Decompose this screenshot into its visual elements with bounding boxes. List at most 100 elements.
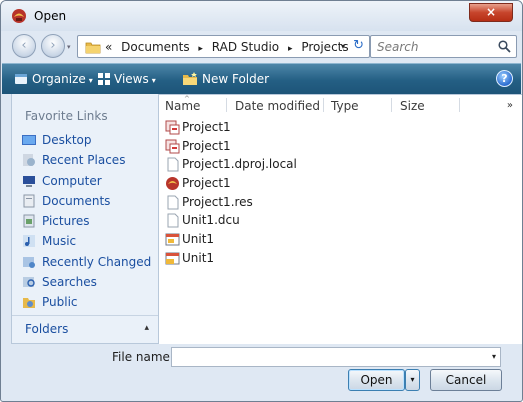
nav-item-label: Music xyxy=(42,234,77,249)
address-row: ‹ › ▾ « Documents ▸ RAD Studio ▸ Project… xyxy=(1,31,522,63)
file-name: Project1 xyxy=(182,120,231,134)
address-bar[interactable]: « Documents ▸ RAD Studio ▸ Projects ▾ ↻ xyxy=(77,35,370,58)
column-divider[interactable] xyxy=(226,98,227,112)
navigation-pane: Favorite Links Desktop Recent Places Com… xyxy=(11,94,159,344)
open-options-dropdown[interactable]: ▾ xyxy=(405,369,420,391)
file-name-label: File name: xyxy=(112,350,174,364)
column-header-label: Name xyxy=(165,99,201,113)
breadcrumb-separator[interactable]: ▸ xyxy=(198,44,203,54)
organize-label: Organize xyxy=(32,72,86,86)
file-name: Project1 xyxy=(182,176,231,191)
recent-locations-dropdown[interactable]: ▾ xyxy=(67,43,71,51)
new-folder-button[interactable]: New Folder xyxy=(182,72,269,86)
file-name: Project1.res xyxy=(182,194,253,209)
more-columns-icon[interactable]: » xyxy=(507,100,513,111)
nav-item-label: Searches xyxy=(42,275,97,290)
search-icon[interactable] xyxy=(498,40,511,53)
nav-item-label: Desktop xyxy=(42,133,92,147)
search-box[interactable]: Search xyxy=(370,35,517,58)
title-bar[interactable]: Open × xyxy=(1,1,522,31)
file-row[interactable]: Project1.dproj.local xyxy=(165,155,297,174)
unit-file-icon xyxy=(165,252,180,265)
organize-menu[interactable]: Organize ▾ xyxy=(14,72,93,86)
close-button[interactable]: × xyxy=(469,3,513,22)
nav-item-public[interactable]: Public xyxy=(12,292,158,312)
recent-places-icon xyxy=(23,154,35,167)
file-name-combo[interactable]: ▾ xyxy=(171,347,501,367)
blank-file-icon xyxy=(167,157,179,172)
views-menu[interactable]: Views ▾ xyxy=(98,72,156,86)
column-divider[interactable] xyxy=(391,98,392,112)
views-label: Views xyxy=(114,72,149,86)
new-folder-icon xyxy=(183,72,197,85)
nav-item-recent-places[interactable]: Recent Places xyxy=(12,150,158,170)
documents-icon xyxy=(23,194,35,208)
column-header-date-modified[interactable]: Date modified xyxy=(235,99,320,113)
sort-indicator-icon: ^ xyxy=(184,95,190,103)
breadcrumb-documents[interactable]: Documents xyxy=(121,40,189,54)
blank-file-icon xyxy=(167,195,179,210)
file-row[interactable]: Project1 xyxy=(165,174,297,193)
column-divider[interactable] xyxy=(323,98,324,112)
file-name: Project1 xyxy=(182,138,231,153)
chevron-down-icon: ▾ xyxy=(151,76,156,85)
delphi-app-icon xyxy=(12,9,26,23)
breadcrumb: « Documents ▸ RAD Studio ▸ Projects xyxy=(105,40,349,54)
column-header-size[interactable]: Size xyxy=(400,99,425,113)
new-folder-label: New Folder xyxy=(202,72,270,86)
recently-changed-icon xyxy=(23,256,35,268)
nav-item-pictures[interactable]: Pictures xyxy=(12,211,158,231)
chevron-down-icon: ▾ xyxy=(88,76,93,85)
form-file-icon xyxy=(165,233,180,246)
file-name: Unit1.dcu xyxy=(182,213,240,228)
breadcrumb-separator[interactable]: ▸ xyxy=(288,44,293,54)
nav-item-label: Pictures xyxy=(42,214,90,229)
nav-item-computer[interactable]: Computer xyxy=(12,171,158,191)
nav-item-desktop[interactable]: Desktop xyxy=(12,130,158,150)
help-icon[interactable]: ? xyxy=(496,70,513,87)
file-row[interactable]: Unit1 xyxy=(165,249,297,268)
file-name-dropdown[interactable]: ▾ xyxy=(492,352,496,361)
pictures-icon xyxy=(23,214,35,228)
file-row[interactable]: Project1 xyxy=(165,137,297,156)
favorite-links-heading: Favorite Links xyxy=(25,109,108,123)
forward-button[interactable]: › xyxy=(41,34,65,58)
nav-item-searches[interactable]: Searches xyxy=(12,272,158,292)
cancel-button[interactable]: Cancel xyxy=(430,369,502,391)
refresh-icon[interactable]: ↻ xyxy=(353,38,364,53)
search-input[interactable]: Search xyxy=(377,40,419,54)
delphi-project-icon xyxy=(166,177,179,191)
nav-item-recently-changed[interactable]: Recently Changed xyxy=(12,252,158,272)
file-row[interactable]: Unit1 xyxy=(165,230,297,249)
column-header-name[interactable]: ^ Name xyxy=(165,95,201,113)
column-divider[interactable] xyxy=(459,98,460,112)
breadcrumb-overflow[interactable]: « xyxy=(105,40,112,54)
file-name: Unit1 xyxy=(182,250,215,265)
searches-icon xyxy=(23,277,35,288)
back-button[interactable]: ‹ xyxy=(12,34,36,58)
file-rows: Project1 Project1 Project1.dproj.local P… xyxy=(165,118,297,268)
command-toolbar: Organize ▾ Views ▾ New Folder ? xyxy=(2,63,521,94)
file-name: Project1.dproj.local xyxy=(182,157,297,172)
nav-item-label: Recently Changed xyxy=(42,254,152,269)
folders-label: Folders xyxy=(25,322,69,336)
breadcrumb-rad-studio[interactable]: RAD Studio xyxy=(212,40,279,54)
nav-item-label: Recent Places xyxy=(42,153,126,168)
file-list[interactable]: ^ Name Date modified Type Size » Project… xyxy=(159,94,522,344)
nav-item-label: Public xyxy=(42,295,78,310)
file-row[interactable]: Project1.res xyxy=(165,193,297,212)
views-icon xyxy=(98,73,110,85)
open-dialog: Open × ‹ › ▾ « Documents ▸ RAD Studio ▸ … xyxy=(0,0,523,402)
blank-file-icon xyxy=(167,213,179,228)
chevron-up-icon[interactable]: ▴ xyxy=(144,323,149,333)
open-button[interactable]: Open xyxy=(348,369,405,391)
nav-item-documents[interactable]: Documents xyxy=(12,191,158,211)
file-row[interactable]: Project1 xyxy=(165,118,297,137)
folders-toggle[interactable]: Folders ▴ xyxy=(12,315,158,343)
column-header-type[interactable]: Type xyxy=(331,99,359,113)
address-dropdown[interactable]: ▾ xyxy=(341,42,345,51)
nav-item-label: Computer xyxy=(42,173,102,188)
file-row[interactable]: Unit1.dcu xyxy=(165,211,297,230)
music-icon xyxy=(23,235,35,248)
nav-item-music[interactable]: Music xyxy=(12,231,158,251)
